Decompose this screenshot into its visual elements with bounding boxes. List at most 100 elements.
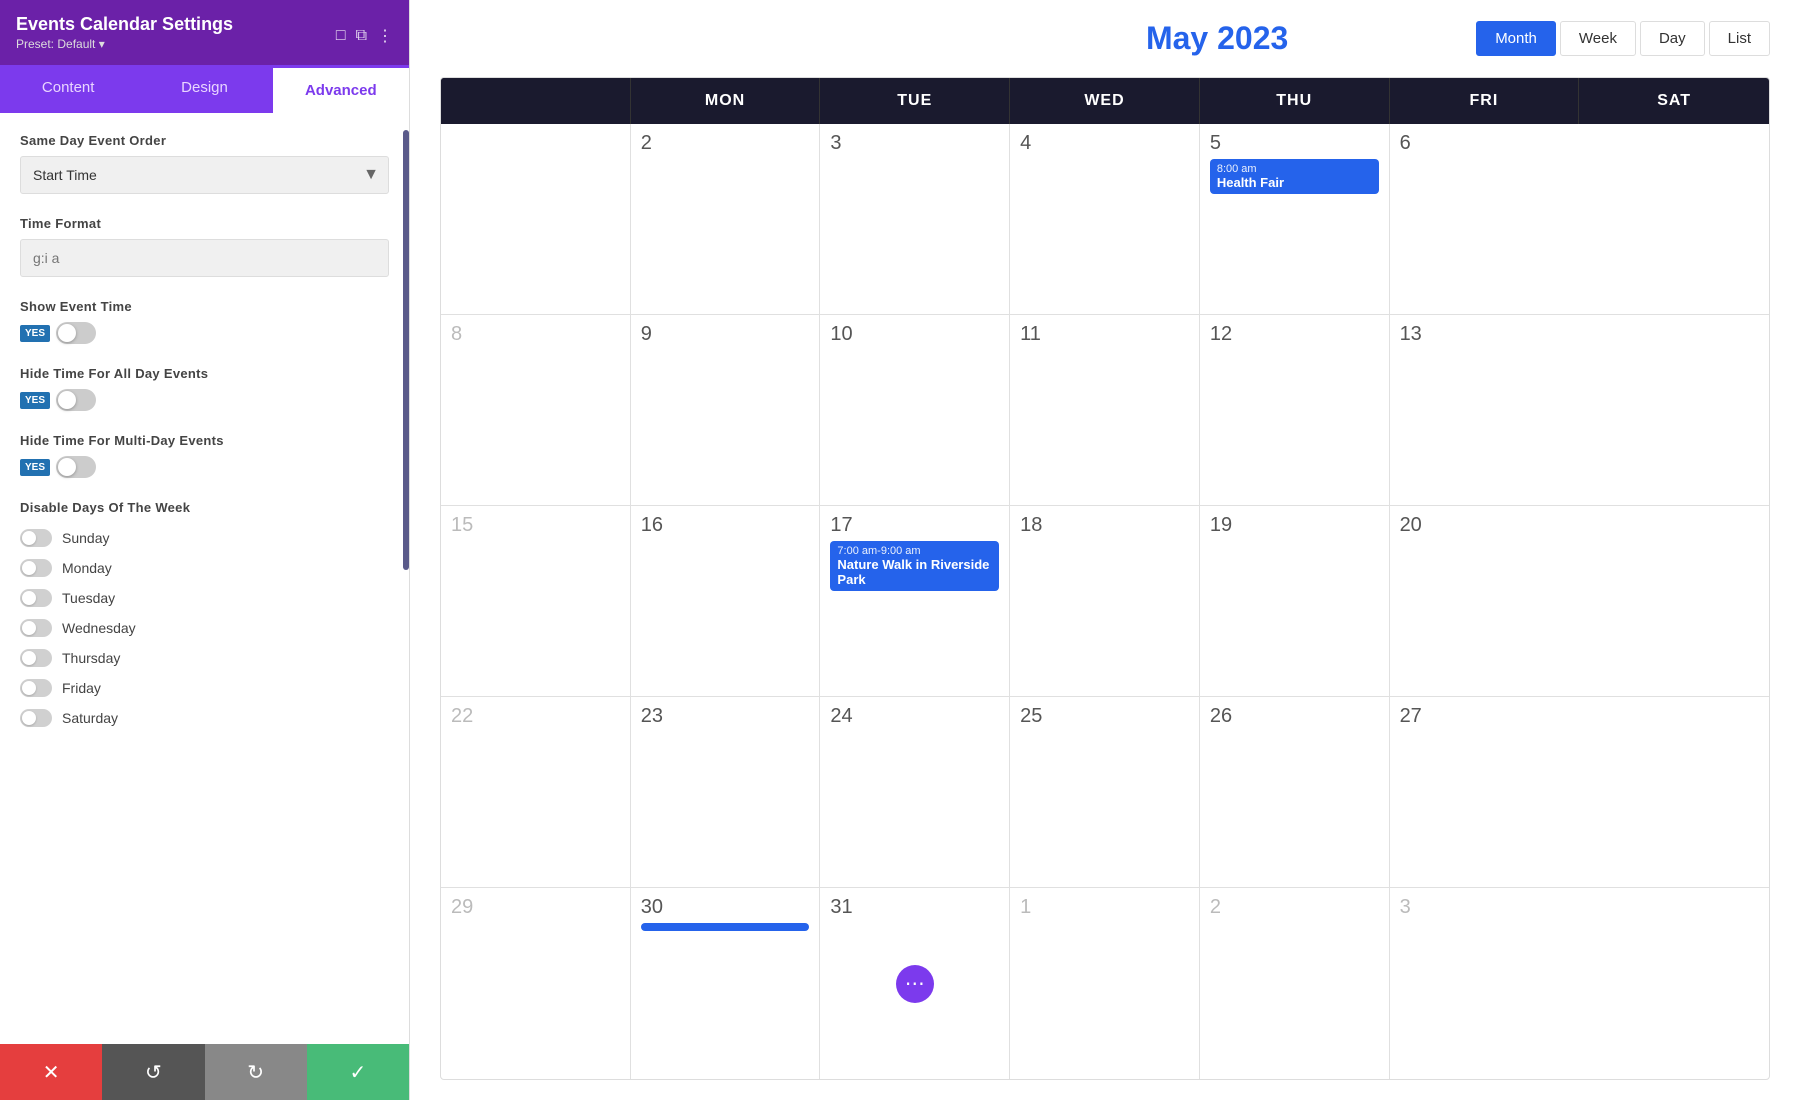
day-num: 16 xyxy=(641,514,810,537)
cell-sun-w4: 22 xyxy=(441,697,631,887)
cell-thu-w1: 5 8:00 am Health Fair xyxy=(1200,124,1390,314)
hide-time-multi-day-knob xyxy=(58,458,76,476)
event-nature-walk[interactable]: 7:00 am-9:00 am Nature Walk in Riverside… xyxy=(830,541,999,591)
same-day-event-order-field: Same Day Event Order Start Time Title ▼ xyxy=(20,133,389,194)
same-day-label: Same Day Event Order xyxy=(20,133,389,148)
disable-days-checkboxes: Sunday Monday Tuesday Wednesday Thursday xyxy=(20,523,389,733)
week-2: 8 9 10 11 12 13 xyxy=(441,315,1769,506)
more-events-button[interactable]: ⋯ xyxy=(896,965,934,1003)
day-num: 23 xyxy=(641,705,810,728)
hide-time-multi-day-toggle[interactable] xyxy=(56,456,96,478)
day-num: 5 xyxy=(1210,132,1379,155)
view-day-button[interactable]: Day xyxy=(1640,21,1705,56)
tab-content[interactable]: Content xyxy=(0,65,136,113)
save-button[interactable]: ✓ xyxy=(307,1044,409,1100)
view-buttons: Month Week Day List xyxy=(1476,21,1770,56)
day-saturday-toggle[interactable] xyxy=(20,709,52,727)
day-num: 3 xyxy=(830,132,999,155)
event-may30[interactable] xyxy=(641,923,810,931)
day-friday-label: Friday xyxy=(62,680,101,696)
day-sunday-toggle[interactable] xyxy=(20,529,52,547)
day-num: 13 xyxy=(1400,323,1570,346)
day-num: 4 xyxy=(1020,132,1189,155)
redo-button[interactable]: ↻ xyxy=(205,1044,307,1100)
time-format-input[interactable] xyxy=(20,239,389,277)
show-event-time-knob xyxy=(58,324,76,342)
show-event-time-field: Show Event Time YES xyxy=(20,299,389,344)
day-wednesday-item: Wednesday xyxy=(20,613,389,643)
cell-sun-w3: 15 xyxy=(441,506,631,696)
header-wed: WED xyxy=(1010,78,1200,124)
bottom-bar: ✕ ↺ ↻ ✓ xyxy=(0,1044,409,1100)
view-list-button[interactable]: List xyxy=(1709,21,1770,56)
cancel-button[interactable]: ✕ xyxy=(0,1044,102,1100)
undo-button[interactable]: ↺ xyxy=(102,1044,204,1100)
cell-tue-w3: 17 7:00 am-9:00 am Nature Walk in Rivers… xyxy=(820,506,1010,696)
week-5: 29 30 31 ⋯ 1 2 xyxy=(441,888,1769,1079)
cell-mon-w3: 16 xyxy=(631,506,821,696)
day-num: 25 xyxy=(1020,705,1189,728)
day-thursday-label: Thursday xyxy=(62,650,120,666)
day-num: 3 xyxy=(1400,896,1570,919)
calendar-header: May 2023 Month Week Day List xyxy=(440,20,1770,57)
header-fri: FRI xyxy=(1390,78,1580,124)
scroll-indicator xyxy=(403,130,409,570)
hide-time-all-day-toggle[interactable] xyxy=(56,389,96,411)
panel-header: Events Calendar Settings Preset: Default… xyxy=(0,0,409,65)
more-options-icon[interactable]: ⋮ xyxy=(377,26,393,46)
day-monday-toggle[interactable] xyxy=(20,559,52,577)
view-week-button[interactable]: Week xyxy=(1560,21,1636,56)
tab-design[interactable]: Design xyxy=(136,65,272,113)
event-health-fair[interactable]: 8:00 am Health Fair xyxy=(1210,159,1379,194)
hide-time-all-day-label: Hide Time For All Day Events xyxy=(20,366,389,381)
day-tuesday-toggle[interactable] xyxy=(20,589,52,607)
header-tue: TUE xyxy=(820,78,1010,124)
time-format-label: Time Format xyxy=(20,216,389,231)
hide-time-multi-day-toggle-wrapper: YES xyxy=(20,456,389,478)
day-num: 2 xyxy=(641,132,810,155)
show-event-time-toggle[interactable] xyxy=(56,322,96,344)
cell-fri-w2: 13 xyxy=(1390,315,1580,505)
cell-wed-w4: 25 xyxy=(1010,697,1200,887)
day-num: 27 xyxy=(1400,705,1570,728)
tab-advanced[interactable]: Advanced xyxy=(273,65,409,113)
show-event-time-toggle-wrapper: YES xyxy=(20,322,389,344)
day-wednesday-toggle[interactable] xyxy=(20,619,52,637)
cell-sun-w5: 29 xyxy=(441,888,631,1079)
day-num: 30 xyxy=(641,896,810,919)
disable-days-field: Disable Days Of The Week Sunday Monday T… xyxy=(20,500,389,733)
cell-thu-w3: 19 xyxy=(1200,506,1390,696)
week-1: 2 3 4 5 8:00 am Health Fair 6 xyxy=(441,124,1769,315)
show-event-time-label: Show Event Time xyxy=(20,299,389,314)
day-num: 18 xyxy=(1020,514,1189,537)
cell-sun-w2: 8 xyxy=(441,315,631,505)
day-monday-label: Monday xyxy=(62,560,112,576)
day-sunday-label: Sunday xyxy=(62,530,109,546)
right-panel: May 2023 Month Week Day List MON TUE WED… xyxy=(410,0,1800,1100)
left-panel: Events Calendar Settings Preset: Default… xyxy=(0,0,410,1100)
window-columns-icon[interactable]: ⧉ xyxy=(356,27,367,45)
day-saturday-item: Saturday xyxy=(20,703,389,733)
same-day-select[interactable]: Start Time Title xyxy=(20,156,389,194)
cell-mon-w2: 9 xyxy=(631,315,821,505)
time-format-field: Time Format xyxy=(20,216,389,277)
event-nature-walk-time: 7:00 am-9:00 am xyxy=(837,545,992,557)
panel-content: Same Day Event Order Start Time Title ▼ … xyxy=(0,113,409,1044)
hide-time-multi-day-yes-label: YES xyxy=(20,459,50,476)
day-friday-toggle[interactable] xyxy=(20,679,52,697)
cell-tue-w5: 31 ⋯ xyxy=(820,888,1010,1079)
day-num: 31 xyxy=(830,896,999,919)
cell-fri-w1: 6 xyxy=(1390,124,1580,314)
panel-preset[interactable]: Preset: Default ▾ xyxy=(16,35,233,57)
day-num: 22 xyxy=(451,705,620,728)
view-month-button[interactable]: Month xyxy=(1476,21,1556,56)
day-thursday-toggle[interactable] xyxy=(20,649,52,667)
day-num: 10 xyxy=(830,323,999,346)
day-wednesday-label: Wednesday xyxy=(62,620,136,636)
cell-mon-w5: 30 xyxy=(631,888,821,1079)
panel-title: Events Calendar Settings xyxy=(16,14,233,35)
cell-wed-w1: 4 xyxy=(1010,124,1200,314)
calendar-days-header: MON TUE WED THU FRI SAT xyxy=(441,78,1769,124)
cell-wed-w3: 18 xyxy=(1010,506,1200,696)
window-minimize-icon[interactable]: □ xyxy=(336,27,346,45)
